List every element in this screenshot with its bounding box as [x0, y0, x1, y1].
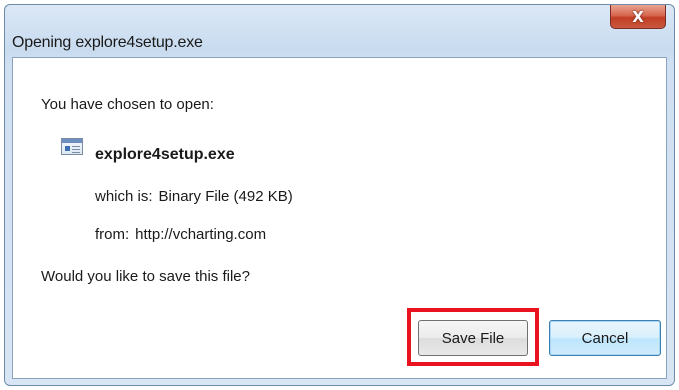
- title-bar[interactable]: Opening explore4setup.exe X: [5, 5, 674, 51]
- file-name: explore4setup.exe: [95, 146, 235, 163]
- intro-text: You have chosen to open:: [41, 96, 214, 113]
- download-dialog: Opening explore4setup.exe X You have cho…: [4, 4, 675, 386]
- save-file-button[interactable]: Save File: [418, 320, 528, 356]
- dialog-body: You have chosen to open: explore4setup.e…: [12, 57, 667, 379]
- file-source-label: from:: [95, 226, 130, 243]
- dialog-title: Opening explore4setup.exe: [12, 34, 203, 51]
- executable-file-icon: [61, 138, 83, 155]
- close-icon: X: [632, 7, 644, 26]
- file-source-row: from: http://vcharting.com: [95, 226, 266, 243]
- cancel-button[interactable]: Cancel: [549, 320, 661, 356]
- close-button[interactable]: X: [610, 5, 666, 29]
- file-type-value: Binary File (492 KB): [158, 188, 293, 205]
- file-type-label: which is:: [95, 188, 153, 205]
- save-question: Would you like to save this file?: [41, 268, 250, 285]
- file-type-row: which is: Binary File (492 KB): [95, 188, 293, 205]
- file-source-value: http://vcharting.com: [135, 226, 267, 243]
